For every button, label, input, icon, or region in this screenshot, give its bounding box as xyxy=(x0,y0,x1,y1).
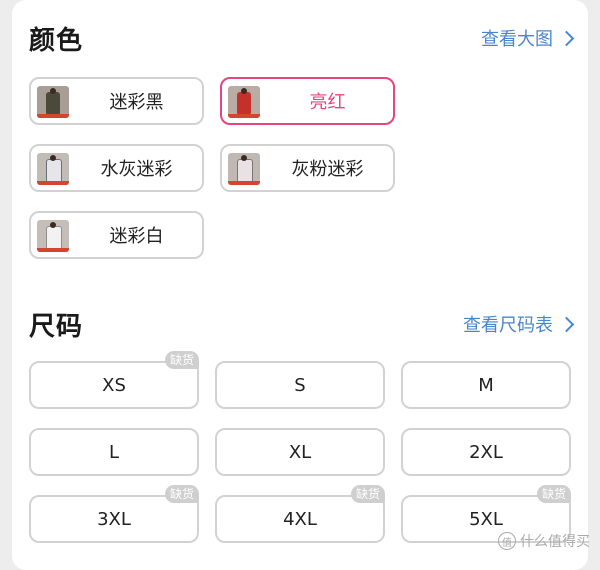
size-option-3xl[interactable]: 3XL 缺货 xyxy=(29,485,199,543)
size-label: 4XL xyxy=(283,508,317,530)
size-section-title: 尺码 xyxy=(29,312,84,342)
color-option-label: 亮红 xyxy=(309,92,346,113)
size-label: M xyxy=(478,374,494,396)
color-option-camo-black[interactable]: 迷彩黑 xyxy=(29,77,204,125)
product-thumbnail xyxy=(228,153,260,185)
out-of-stock-badge: 缺货 xyxy=(350,485,385,503)
chevron-right-icon xyxy=(558,30,575,46)
out-of-stock-badge: 缺货 xyxy=(536,485,571,503)
size-option-l[interactable]: L xyxy=(29,428,199,476)
color-option-water-grey-camo[interactable]: 水灰迷彩 xyxy=(29,144,204,192)
view-large-image-label: 查看大图 xyxy=(481,29,553,50)
view-large-image-link[interactable]: 查看大图 xyxy=(481,25,575,51)
size-option-xs[interactable]: XS 缺货 xyxy=(29,351,199,409)
size-label: S xyxy=(294,374,306,396)
size-option-4xl[interactable]: 4XL 缺货 xyxy=(215,485,385,543)
size-option-m[interactable]: M xyxy=(401,361,571,409)
size-label: XL xyxy=(288,441,312,463)
size-label: 3XL xyxy=(97,508,131,530)
color-option-grey-pink-camo[interactable]: 灰粉迷彩 xyxy=(220,144,395,192)
watermark-logo-icon: 值 xyxy=(498,532,516,550)
chevron-right-icon xyxy=(558,316,575,332)
watermark-text: 什么值得买 xyxy=(520,534,590,550)
size-chart-label: 查看尺码表 xyxy=(463,315,553,336)
size-label: XS xyxy=(102,374,126,396)
size-label: 5XL xyxy=(469,508,503,530)
color-option-label: 水灰迷彩 xyxy=(100,159,173,180)
color-option-label: 迷彩白 xyxy=(109,226,164,247)
product-thumbnail xyxy=(37,220,69,252)
size-option-2xl[interactable]: 2XL xyxy=(401,428,571,476)
out-of-stock-badge: 缺货 xyxy=(164,351,199,369)
product-options-card: 颜色 查看大图 迷彩黑 亮红 水灰迷彩 灰粉迷彩 迷彩白 尺码 查看尺码表 XS… xyxy=(12,0,588,570)
size-label: 2XL xyxy=(469,441,503,463)
watermark: 值 什么值得买 xyxy=(498,531,590,551)
product-thumbnail xyxy=(37,86,69,118)
color-option-label: 灰粉迷彩 xyxy=(291,159,364,180)
product-thumbnail xyxy=(37,153,69,185)
out-of-stock-badge: 缺货 xyxy=(164,485,199,503)
size-option-xl[interactable]: XL xyxy=(215,428,385,476)
color-option-bright-red[interactable]: 亮红 xyxy=(220,77,395,125)
size-label: L xyxy=(108,441,120,463)
size-chart-link[interactable]: 查看尺码表 xyxy=(463,311,575,337)
color-option-label: 迷彩黑 xyxy=(109,92,164,113)
size-option-s[interactable]: S xyxy=(215,361,385,409)
product-thumbnail xyxy=(228,86,260,118)
color-option-camo-white[interactable]: 迷彩白 xyxy=(29,211,204,259)
color-section-title: 颜色 xyxy=(29,26,84,56)
